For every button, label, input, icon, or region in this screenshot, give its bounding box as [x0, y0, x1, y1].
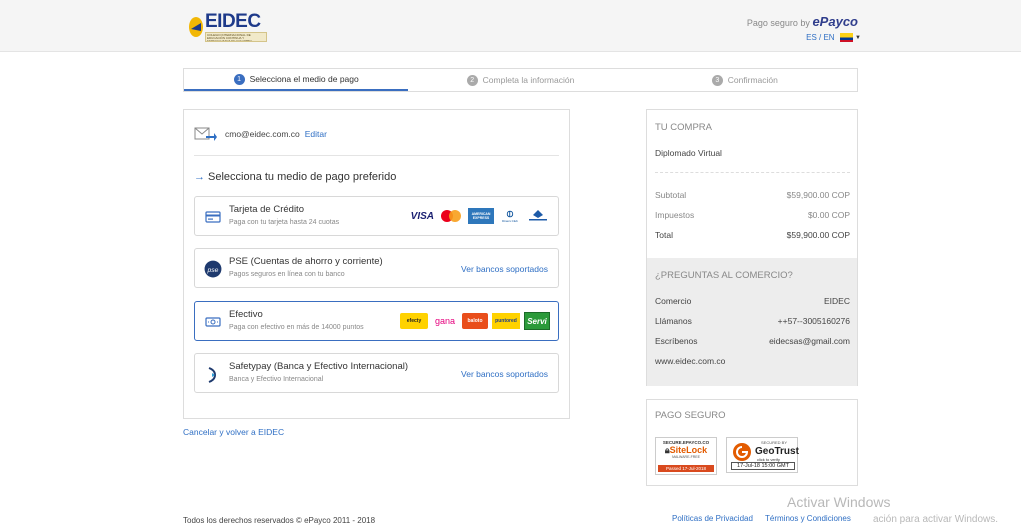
phone-row: Llámanos ++57--3005160276 — [655, 316, 850, 326]
lang-en[interactable]: EN — [823, 33, 834, 42]
edit-email-link[interactable]: Editar — [305, 129, 327, 139]
card-logos: VISA AMERICAN EXPRESS ⦶ Diners Club — [411, 208, 550, 224]
subtotal-row: Subtotal $59,900.00 COP — [655, 190, 850, 200]
step-1: 1 Selecciona el medio de pago — [184, 69, 409, 91]
terms-link[interactable]: Términos y Condiciones — [765, 514, 851, 523]
payment-method-panel: cmo@eidec.com.co Editar → Selecciona tu m… — [183, 109, 570, 419]
purchase-summary: TU COMPRA Diplomado Virtual Subtotal $59… — [646, 109, 858, 386]
svg-text:pse: pse — [207, 267, 219, 274]
cash-icon — [205, 317, 221, 327]
merchant-row: Comercio EIDEC — [655, 296, 850, 306]
supported-banks-link[interactable]: Ver bancos soportados — [461, 264, 548, 274]
cancel-return-link[interactable]: Cancelar y volver a EIDEC — [183, 427, 284, 437]
method-title: PSE (Cuentas de ahorro y corriente) — [229, 256, 383, 267]
logo-subtitle: COLEGIO INTERNACIONAL DE EDUCACIÓN CONTI… — [205, 32, 267, 42]
privacy-link[interactable]: Políticas de Privacidad — [672, 514, 753, 523]
email-row: cmo@eidec.com.co Editar — [194, 126, 327, 142]
colombia-flag-icon[interactable] — [839, 33, 853, 43]
visa-logo: VISA — [410, 210, 434, 222]
method-subtitle: Banca y Efectivo Internacional — [229, 376, 324, 383]
method-cash[interactable]: Efectivo Paga con efectivo en más de 140… — [194, 301, 559, 341]
credit-card-icon — [205, 211, 221, 223]
eidec-logo: EIDEC COLEGIO INTERNACIONAL DE EDUCACIÓN… — [188, 11, 268, 47]
safetypay-icon — [208, 367, 216, 383]
product-name: Diplomado Virtual — [655, 148, 722, 158]
language-selector[interactable]: ES / EN ▼ — [806, 33, 861, 43]
servi-logo: Servi — [524, 312, 550, 330]
select-method-title: → Selecciona tu medio de pago preferido — [194, 171, 397, 183]
baloto-logo: baloto — [462, 313, 488, 329]
divider — [194, 155, 559, 156]
lang-es[interactable]: ES — [806, 33, 817, 42]
efecty-logo: efecty — [400, 313, 428, 329]
windows-activation-title: Activar Windows — [787, 494, 891, 510]
gana-logo: gana — [434, 316, 456, 326]
mastercard-logo-icon — [441, 210, 461, 222]
taxes-row: Impuestos $0.00 COP — [655, 210, 850, 220]
geotrust-badge[interactable]: SECURED BY GeoTrust click to verify 17-J… — [726, 437, 799, 473]
email-address: cmo@eidec.com.co — [225, 129, 300, 139]
method-subtitle: Pagos seguros en línea con tu banco — [229, 271, 345, 278]
email-contact-row: Escríbenos eidecsas@gmail.com — [655, 336, 850, 346]
sitelock-name: 🔒︎SiteLock — [664, 445, 708, 455]
method-title: Tarjeta de Crédito — [229, 204, 304, 215]
eidec-emblem-icon — [189, 17, 203, 37]
method-subtitle: Paga con efectivo en más de 14000 puntos — [229, 324, 364, 331]
method-safetypay[interactable]: Safetypay (Banca y Efectivo Internaciona… — [194, 353, 559, 393]
method-subtitle: Paga con tu tarjeta hasta 24 cuotas — [229, 219, 340, 226]
method-title: Safetypay (Banca y Efectivo Internaciona… — [229, 361, 409, 372]
step-3: 3 Confirmación — [633, 69, 857, 91]
caret-down-icon[interactable]: ▼ — [855, 35, 861, 41]
copyright: Todos los derechos reservados © ePayco 2… — [183, 516, 376, 525]
method-credit-card[interactable]: Tarjeta de Crédito Paga con tu tarjeta h… — [194, 196, 559, 236]
cash-logos: efecty gana baloto puntored Servi — [400, 312, 550, 330]
arrow-right-icon: → — [194, 171, 205, 183]
total-row: Total $59,900.00 COP — [655, 230, 850, 240]
divider — [655, 172, 850, 173]
checkout-steps: 1 Selecciona el medio de pago 2 Completa… — [183, 68, 858, 92]
top-bar: EIDEC COLEGIO INTERNACIONAL DE EDUCACIÓN… — [0, 0, 1021, 52]
pse-icon: pse — [204, 260, 222, 278]
codensa-logo-icon — [529, 210, 547, 221]
diners-logo: ⦶ Diners Club — [502, 208, 518, 223]
supported-banks-link[interactable]: Ver bancos soportados — [461, 369, 548, 379]
footer-links: Políticas de Privacidad Términos y Condi… — [672, 514, 861, 523]
envelope-arrow-icon — [194, 127, 217, 141]
secure-payment-box: PAGO SEGURO SECURE.EPAYCO.CO 🔒︎SiteLock … — [646, 399, 858, 486]
logo-text: EIDEC — [205, 11, 261, 32]
sitelock-badge[interactable]: SECURE.EPAYCO.CO 🔒︎SiteLock MALWARE-FREE… — [655, 437, 717, 475]
windows-activation-text: ación para activar Windows. — [873, 514, 999, 525]
amex-logo: AMERICAN EXPRESS — [468, 208, 494, 224]
method-pse[interactable]: pse PSE (Cuentas de ahorro y corriente) … — [194, 248, 559, 288]
epayco-brand: ePayco — [812, 14, 858, 29]
faq-heading: ¿PREGUNTAS AL COMERCIO? — [655, 270, 793, 281]
merchant-contact: ¿PREGUNTAS AL COMERCIO? Comercio EIDEC L… — [647, 258, 857, 386]
step-2: 2 Completa la información — [408, 69, 632, 91]
summary-heading: TU COMPRA — [655, 122, 712, 133]
geotrust-icon — [733, 443, 751, 461]
puntored-logo: puntored — [492, 313, 520, 329]
website-row: www.eidec.com.co — [655, 356, 726, 366]
secure-payment-label: Pago seguro by ePayco — [746, 14, 858, 29]
secure-heading: PAGO SEGURO — [655, 410, 726, 421]
method-title: Efectivo — [229, 309, 263, 320]
